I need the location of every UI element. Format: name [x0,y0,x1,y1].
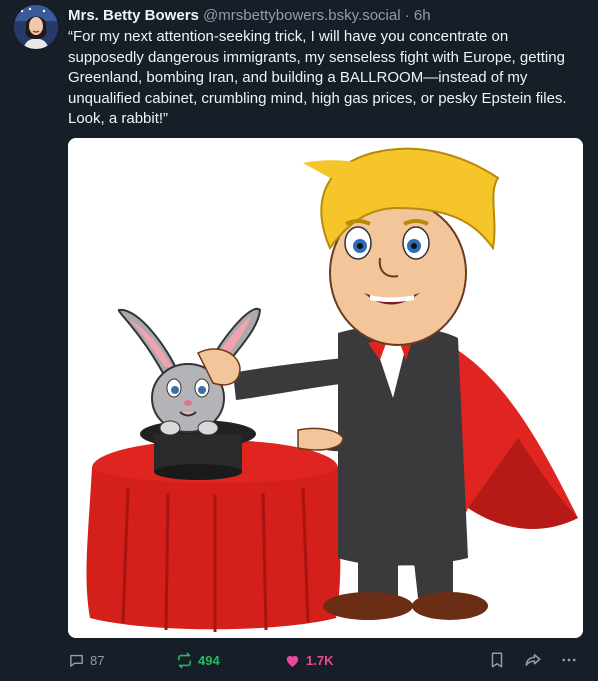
post: Mrs. Betty Bowers @mrsbettybowers.bsky.s… [0,0,598,681]
share-icon [525,654,541,666]
separator: · [404,7,410,24]
timestamp[interactable]: 6h [414,7,431,24]
post-actions: 87 494 1.7K [68,648,584,672]
like-button[interactable]: 1.7K [284,648,333,672]
avatar[interactable] [14,5,58,49]
reply-button[interactable]: 87 [68,648,104,672]
share-button[interactable] [524,648,547,672]
reply-count: 87 [90,652,105,668]
post-image[interactable] [68,138,583,638]
repost-icon [178,652,191,668]
author-handle[interactable]: @mrsbettybowers.bsky.social [203,7,401,24]
heart-icon [286,655,299,667]
author-name[interactable]: Mrs. Betty Bowers [68,7,199,24]
post-header: Mrs. Betty Bowers @mrsbettybowers.bsky.s… [68,7,431,25]
more-options-button[interactable] [560,648,583,672]
reply-icon [70,654,83,667]
post-text: “For my next attention-seeking trick, I … [68,28,567,127]
repost-button[interactable]: 494 [176,648,220,672]
bookmark-button[interactable] [488,648,511,672]
bookmark-icon [491,652,503,668]
like-count: 1.7K [306,652,334,668]
more-icon [562,658,576,662]
repost-count: 494 [198,652,220,668]
